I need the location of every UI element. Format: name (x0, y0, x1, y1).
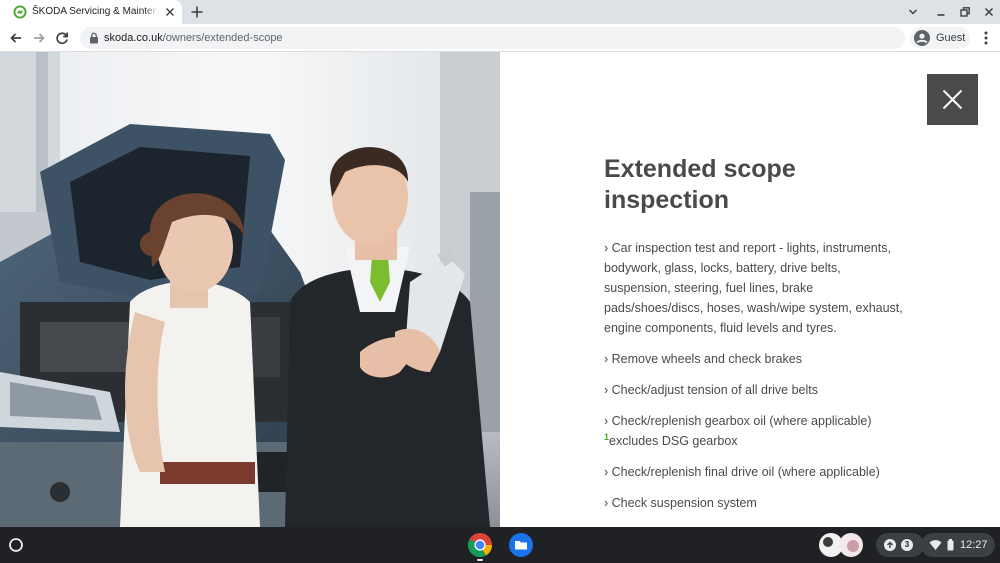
close-button[interactable] (927, 74, 978, 125)
status-area[interactable]: 12:27 (921, 533, 995, 557)
inspection-item-list: › Car inspection test and report - light… (604, 238, 904, 524)
footnote-text: excludes DSG gearbox (609, 434, 738, 448)
inspection-item-suspension: › Check suspension system (604, 496, 757, 510)
wifi-icon (929, 540, 942, 550)
page-content: Extended scope inspection › Car inspecti… (0, 52, 1000, 527)
browser-tab-active[interactable]: ŠKODA Servicing & Maintenance (0, 0, 182, 24)
inspection-item-brakes: › Remove wheels and check brakes (604, 352, 803, 366)
account-circle-icon (914, 30, 930, 46)
upload-icon (884, 539, 896, 551)
reload-icon[interactable] (53, 29, 71, 47)
lock-icon[interactable] (89, 32, 99, 44)
profile-button[interactable]: Guest (910, 27, 970, 49)
files-icon[interactable] (508, 532, 534, 558)
more-vert-icon[interactable] (978, 29, 994, 47)
inspection-item-gearbox-oil: › Check/replenish gearbox oil (where app… (604, 411, 904, 451)
skoda-logo-icon (13, 5, 27, 19)
battery-icon (947, 539, 954, 551)
inspection-item-drive-belts: › Check/adjust tension of all drive belt… (604, 383, 818, 397)
os-shelf: 3 12:27 (0, 527, 1000, 563)
inspection-detail-panel: Extended scope inspection › Car inspecti… (500, 52, 1000, 527)
thumbnail-icon (819, 533, 863, 557)
close-icon (942, 89, 963, 110)
inspection-item-final-drive-oil: › Check/replenish final drive oil (where… (604, 465, 880, 479)
page-title: Extended scope inspection (604, 155, 796, 214)
chevron-down-icon[interactable] (905, 4, 921, 20)
browser-toolbar: skoda.co.uk/owners/extended-scope Guest (0, 24, 1000, 52)
tab-title: ŠKODA Servicing & Maintenance (32, 5, 158, 19)
profile-label: Guest (936, 32, 966, 44)
holding-space-thumbnails[interactable] (818, 532, 868, 558)
address-bar[interactable]: skoda.co.uk/owners/extended-scope (80, 27, 905, 49)
back-arrow-icon[interactable] (7, 29, 25, 47)
restore-icon[interactable] (957, 4, 973, 20)
tab-strip: ŠKODA Servicing & Maintenance (0, 0, 1000, 24)
launcher-circle-icon[interactable] (5, 534, 27, 556)
url-text[interactable]: skoda.co.uk/owners/extended-scope (104, 31, 283, 45)
chrome-icon[interactable] (467, 532, 493, 558)
clock-text: 12:27 (960, 539, 988, 551)
inspection-item-gearbox-oil-text: › Check/replenish gearbox oil (where app… (604, 414, 872, 428)
footnote: 1excludes DSG gearbox (604, 431, 904, 451)
tab-close-icon[interactable] (163, 5, 177, 19)
notification-count-badge: 3 (901, 539, 913, 551)
photo-technician-and-customer (0, 52, 500, 527)
close-icon[interactable] (981, 4, 997, 20)
minimize-icon[interactable] (933, 4, 949, 20)
forward-arrow-icon[interactable] (30, 29, 48, 47)
chrome-running-indicator (477, 559, 483, 561)
inspection-item-car-inspection: › Car inspection test and report - light… (604, 241, 903, 335)
notification-tray[interactable]: 3 (876, 533, 924, 557)
plus-icon[interactable] (189, 4, 205, 20)
